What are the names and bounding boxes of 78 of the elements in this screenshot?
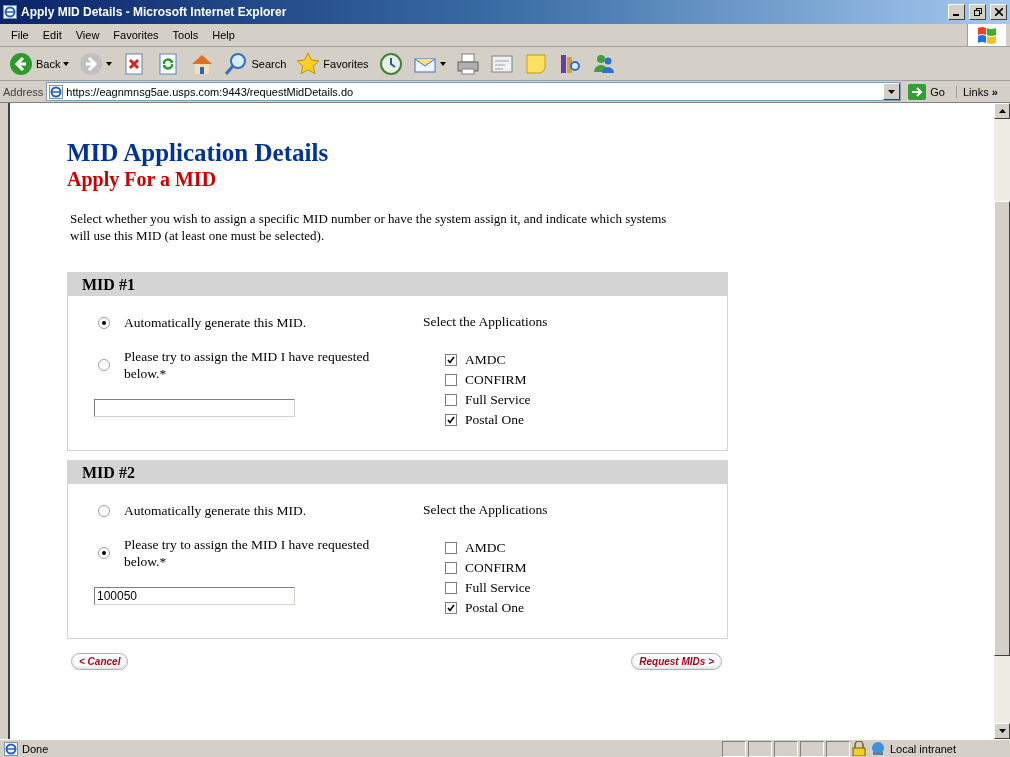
address-label: Address <box>3 85 44 98</box>
menu-item[interactable]: File <box>4 27 36 43</box>
checkbox[interactable] <box>445 542 457 554</box>
application-label: Full Service <box>465 580 531 596</box>
application-label: Postal One <box>465 412 524 428</box>
menu-item[interactable]: Favorites <box>106 27 166 43</box>
menu-item[interactable]: View <box>68 27 107 43</box>
lock-icon <box>852 741 866 756</box>
page-icon <box>4 741 18 756</box>
address-dropdown-button[interactable] <box>883 83 901 100</box>
page-subtitle: Apply For a MID <box>67 167 218 191</box>
window-title: Apply MID Details - Microsoft Internet Explorer <box>21 5 288 19</box>
application-label: AMDC <box>465 352 506 368</box>
checkbox[interactable] <box>445 354 457 366</box>
dropdown-caret-icon[interactable] <box>439 61 446 66</box>
application-label: CONFIRM <box>465 372 527 388</box>
application-label: CONFIRM <box>465 560 527 576</box>
windows-flag-icon <box>977 26 997 44</box>
browser-icon <box>3 5 17 19</box>
dropdown-caret-icon[interactable] <box>63 61 70 66</box>
application-label: Full Service <box>465 392 531 408</box>
minimize-button[interactable] <box>948 4 965 20</box>
links-button[interactable]: Links » <box>956 85 1007 98</box>
menu-item[interactable]: Help <box>205 27 242 43</box>
scroll-down-button[interactable] <box>994 723 1010 739</box>
option-label: Please try to assign the MID I have requested below.* <box>124 536 371 570</box>
down-arrow-icon <box>998 729 1006 733</box>
restore-icon <box>973 8 982 16</box>
mid-input-field[interactable] <box>94 399 295 417</box>
printer-icon <box>455 51 480 76</box>
history-clock-icon <box>378 51 403 76</box>
caret-down-icon <box>888 89 896 94</box>
option-label: Please try to assign the MID I have requested below.* <box>124 348 371 382</box>
menu-item[interactable]: Tools <box>165 27 206 43</box>
cancel-button[interactable]: < Cancel <box>71 653 129 670</box>
up-arrow-icon <box>998 109 1006 113</box>
page-title: MID Application Details <box>67 139 330 167</box>
request-mids-button[interactable]: Request MIDs > <box>631 653 722 670</box>
status-pane <box>826 740 850 757</box>
page-icon <box>49 84 64 99</box>
scroll-up-button[interactable] <box>994 103 1010 119</box>
application-label: AMDC <box>465 540 506 556</box>
checkbox[interactable] <box>445 582 457 594</box>
network-globe-icon <box>870 741 886 756</box>
panel-heading: MID #1 <box>68 273 727 296</box>
address-field[interactable]: https://eagnmnsg5ae.usps.com:9443/requestMidDetails.do <box>46 82 902 101</box>
intro-text: Select whether you wish to assign a specific MID number or have the system assign it, and indicate which systems will use this MID (at least one must be selected). <box>70 210 668 244</box>
applications-label: Select the Applications <box>423 314 548 330</box>
status-pane <box>748 740 772 757</box>
menu-item[interactable]: Edit <box>35 27 69 43</box>
go-button[interactable]: Go <box>904 83 953 100</box>
status-pane <box>722 740 746 757</box>
restore-button[interactable] <box>969 4 986 20</box>
panel-heading: MID #2 <box>68 461 727 484</box>
status-pane <box>800 740 824 757</box>
applications-label: Select the Applications <box>423 502 548 518</box>
option-label: Automatically generate this MID. <box>124 314 308 331</box>
application-label: Postal One <box>465 600 524 616</box>
toolbar-button[interactable]: Back <box>6 49 73 78</box>
note-icon <box>523 51 548 76</box>
close-icon <box>994 8 1003 16</box>
checkbox[interactable] <box>445 602 457 614</box>
status-text: Done <box>22 742 49 755</box>
scrollbar-thumb[interactable] <box>994 201 1010 656</box>
star-icon <box>296 51 321 76</box>
dropdown-caret-icon[interactable] <box>106 61 113 66</box>
close-button[interactable] <box>990 4 1007 20</box>
status-pane <box>774 740 798 757</box>
mid-input-field[interactable]: 100050 <box>94 587 295 605</box>
checkbox[interactable] <box>445 394 457 406</box>
checkbox[interactable] <box>445 374 457 386</box>
search-icon <box>224 51 249 76</box>
toolbar-button[interactable]: Favorites <box>293 49 372 78</box>
toolbar-button[interactable]: Search <box>221 49 290 78</box>
option-label: Automatically generate this MID. <box>124 502 308 519</box>
checkbox[interactable] <box>445 562 457 574</box>
zone-text: Local intranet <box>890 742 957 755</box>
checkbox[interactable] <box>445 414 457 426</box>
